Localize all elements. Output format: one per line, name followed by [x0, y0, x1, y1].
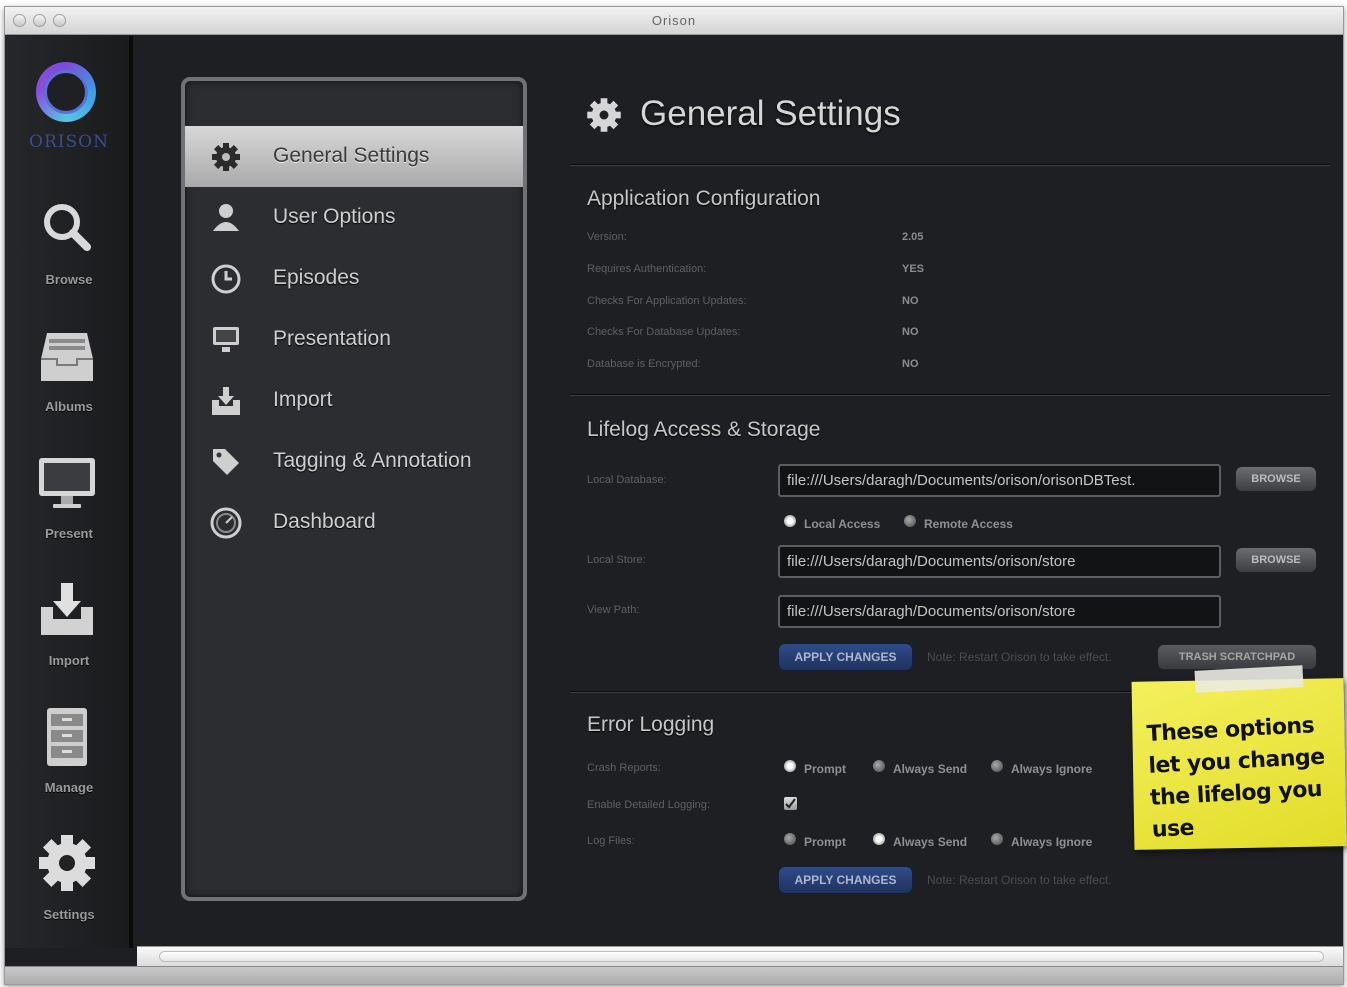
db-encrypted-value: NO: [902, 358, 919, 370]
db-updates-value: NO: [902, 326, 919, 338]
logs-ignore-label: Always Ignore: [1011, 835, 1093, 849]
restart-note: Note: Restart Orison to take effect.: [927, 873, 1112, 887]
crash-ignore-label: Always Ignore: [1011, 762, 1093, 776]
menu-item-presentation[interactable]: Presentation: [185, 309, 523, 370]
status-bar: [5, 966, 1343, 984]
import-icon: [212, 387, 240, 415]
section-title-lifelog: Lifelog Access & Storage: [587, 418, 821, 441]
db-updates-label: Checks For Database Updates:: [587, 326, 741, 338]
requires-auth-label: Requires Authentication:: [587, 263, 707, 275]
divider: [570, 394, 1330, 396]
local-store-label: Local Store:: [587, 554, 646, 566]
window-title: Orison: [651, 13, 697, 28]
local-database-label: Local Database:: [587, 474, 667, 486]
restart-note: Note: Restart Orison to take effect.: [927, 650, 1112, 664]
monitor-icon: [213, 327, 239, 352]
scrollbar-thumb[interactable]: [159, 951, 1324, 962]
crash-send-radio[interactable]: [873, 760, 885, 772]
sticky-note: These options let you change the lifelog…: [1131, 678, 1347, 850]
section-title-app-config: Application Configuration: [587, 187, 821, 210]
logs-send-radio[interactable]: [873, 833, 885, 845]
monitor-icon: [39, 458, 95, 508]
sidebar-item-label: Settings: [43, 907, 95, 922]
title-bar: Orison: [5, 7, 1343, 35]
requires-auth-value: YES: [902, 263, 925, 275]
crash-ignore-radio[interactable]: [991, 760, 1003, 772]
remote-access-radio[interactable]: [904, 515, 916, 527]
divider: [570, 164, 1330, 166]
gear-icon: [39, 835, 95, 891]
crash-prompt-label: Prompt: [804, 762, 846, 776]
menu-item-general-settings[interactable]: General Settings: [185, 126, 523, 187]
dashboard-gauge-icon: [210, 507, 242, 539]
logo-text: ORISON: [29, 132, 109, 152]
logs-send-label: Always Send: [893, 835, 968, 849]
menu-item-user-options[interactable]: User Options: [185, 187, 523, 248]
detailed-logging-label: Enable Detailed Logging:: [587, 799, 710, 811]
gear-icon: [587, 98, 621, 132]
sidebar-item-label: Present: [45, 526, 93, 541]
app-updates-value: NO: [902, 295, 919, 307]
menu-item-dashboard[interactable]: Dashboard: [185, 492, 523, 553]
sidebar-item-manage[interactable]: Manage: [5, 704, 133, 814]
logs-prompt-label: Prompt: [804, 835, 846, 849]
local-access-radio[interactable]: [784, 515, 796, 527]
menu-item-label: Dashboard: [273, 510, 376, 533]
clock-icon: [211, 264, 241, 294]
menu-item-label: Tagging & Annotation: [273, 449, 472, 472]
sidebar-item-browse[interactable]: Browse: [5, 196, 133, 306]
menu-item-label: Episodes: [273, 266, 360, 289]
sidebar-item-label: Import: [48, 653, 90, 668]
cabinet-icon: [47, 708, 87, 766]
sidebar-item-label: Albums: [45, 399, 93, 414]
app-updates-label: Checks For Application Updates:: [587, 295, 747, 307]
browse-database-button[interactable]: BROWSE: [1235, 466, 1317, 492]
crash-prompt-radio[interactable]: [784, 760, 796, 772]
crash-send-label: Always Send: [893, 762, 968, 776]
sidebar-item-settings[interactable]: Settings: [5, 831, 133, 941]
main-sidebar: ORISON Browse Albums Present Import Mana…: [5, 36, 133, 948]
user-icon: [213, 204, 239, 231]
apply-changes-logging-button[interactable]: APPLY CHANGES: [778, 866, 913, 894]
sidebar-item-label: Manage: [44, 780, 94, 795]
horizontal-scrollbar[interactable]: [137, 946, 1343, 966]
apply-changes-button[interactable]: APPLY CHANGES: [778, 643, 913, 671]
menu-item-label: Presentation: [273, 327, 391, 350]
settings-menu-panel: General Settings User Options Episodes P…: [181, 77, 527, 901]
sidebar-item-present[interactable]: Present: [5, 450, 133, 560]
tag-icon: [213, 449, 239, 475]
logs-ignore-radio[interactable]: [991, 833, 1003, 845]
menu-item-label: Import: [273, 388, 333, 411]
local-store-input[interactable]: file:///Users/daragh/Documents/orison/st…: [778, 545, 1221, 578]
import-icon: [41, 583, 93, 635]
search-icon: [44, 204, 91, 251]
log-files-label: Log Files:: [587, 835, 635, 847]
gear-icon: [212, 143, 240, 171]
section-title-error-logging: Error Logging: [587, 713, 715, 736]
version-label: Version:: [587, 231, 627, 243]
logs-prompt-radio[interactable]: [784, 833, 796, 845]
view-path-input[interactable]: file:///Users/daragh/Documents/orison/st…: [778, 595, 1221, 628]
menu-item-label: General Settings: [273, 144, 430, 167]
browse-store-button[interactable]: BROWSE: [1235, 547, 1317, 573]
menu-item-tagging[interactable]: Tagging & Annotation: [185, 431, 523, 492]
db-encrypted-label: Database is Encrypted:: [587, 358, 701, 370]
menu-item-import[interactable]: Import: [185, 370, 523, 431]
crash-reports-label: Crash Reports:: [587, 762, 661, 774]
sticky-note-text: These options let you change the lifelog…: [1146, 713, 1326, 843]
detailed-logging-checkbox[interactable]: [784, 797, 797, 810]
orison-logo-icon: [36, 62, 96, 122]
menu-item-label: User Options: [273, 205, 396, 228]
version-value: 2.05: [902, 231, 924, 243]
view-path-label: View Path:: [587, 604, 640, 616]
sidebar-item-label: Browse: [45, 272, 93, 287]
page-title: General Settings: [640, 94, 901, 133]
remote-access-label: Remote Access: [924, 517, 1013, 531]
sidebar-item-albums[interactable]: Albums: [5, 323, 133, 433]
sidebar-item-import[interactable]: Import: [5, 577, 133, 687]
local-access-label: Local Access: [804, 517, 881, 531]
local-database-input[interactable]: file:///Users/daragh/Documents/orison/or…: [778, 464, 1221, 497]
menu-item-episodes[interactable]: Episodes: [185, 248, 523, 309]
inbox-tray-icon: [41, 333, 93, 381]
